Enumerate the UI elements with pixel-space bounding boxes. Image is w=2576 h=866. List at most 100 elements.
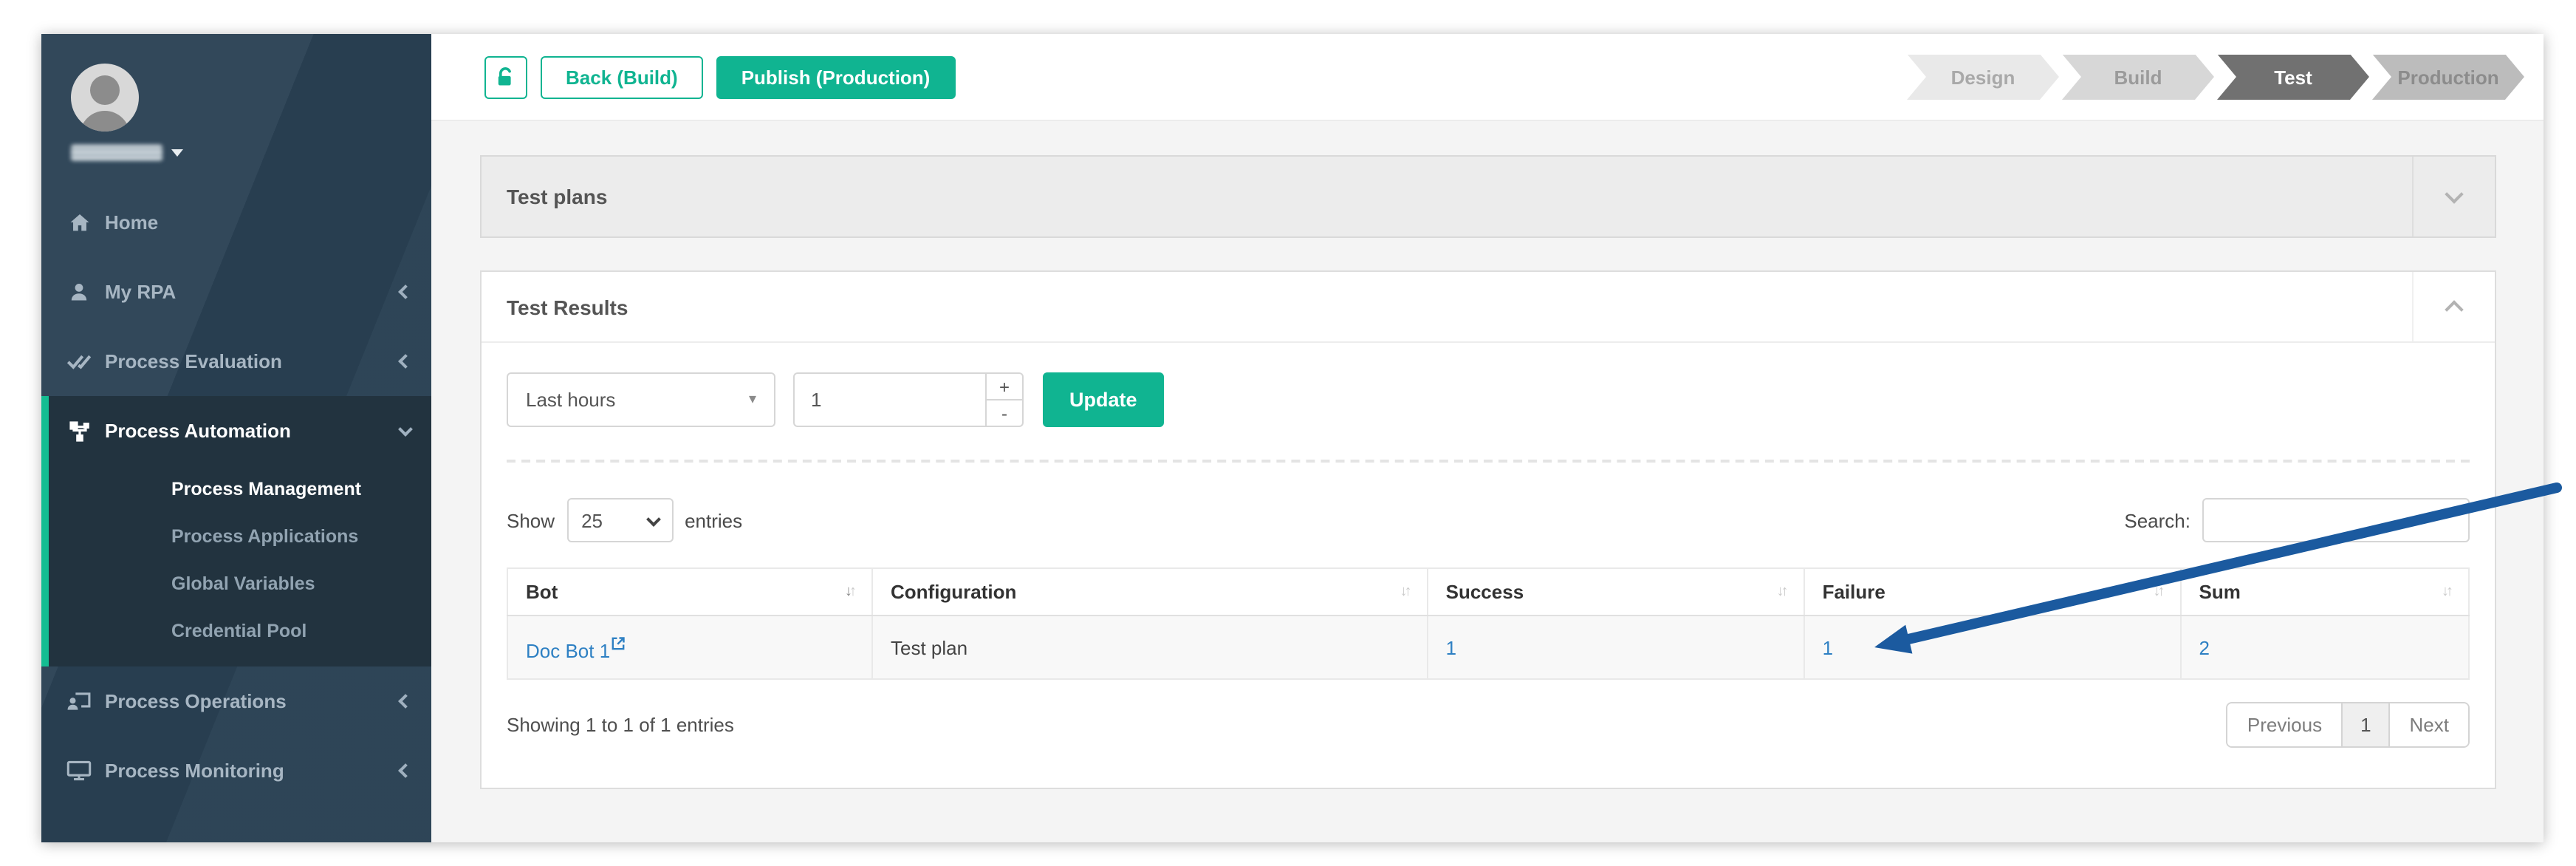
failure-cell: 1 bbox=[1804, 616, 2181, 679]
home-icon bbox=[66, 211, 92, 234]
panel-title: Test plans bbox=[482, 185, 607, 208]
sidebar-item-label: My RPA bbox=[105, 281, 176, 303]
chevron-left-icon bbox=[398, 694, 413, 709]
double-check-icon bbox=[66, 350, 92, 372]
sidebar-item-process-monitoring[interactable]: Process Monitoring bbox=[41, 736, 431, 805]
sidebar-item-process-applications[interactable]: Process Applications bbox=[41, 513, 431, 560]
test-results-header: Test Results bbox=[482, 272, 2495, 343]
breadcrumb-step-production[interactable]: Production bbox=[2372, 54, 2524, 100]
sidebar-item-label: Process Evaluation bbox=[105, 350, 282, 372]
table-footer: Showing 1 to 1 of 1 entries Previous 1 N… bbox=[507, 702, 2470, 748]
sidebar-item-my-rpa[interactable]: My RPA bbox=[41, 257, 431, 327]
app-window: Home My RPA Process Evaluation bbox=[41, 34, 2544, 842]
next-page-button[interactable]: Next bbox=[2391, 703, 2468, 746]
column-header-failure[interactable]: Failure↓↑ bbox=[1804, 568, 2181, 616]
panel-title: Test Results bbox=[482, 295, 628, 318]
hours-input[interactable] bbox=[793, 372, 985, 427]
chevron-up-icon bbox=[2445, 300, 2463, 318]
sitemap-icon bbox=[66, 419, 92, 443]
sidebar: Home My RPA Process Evaluation bbox=[41, 34, 431, 842]
page-length-select[interactable]: 25 bbox=[566, 498, 673, 542]
hours-input-group: + - bbox=[793, 372, 1024, 427]
user-menu[interactable] bbox=[71, 145, 431, 161]
column-header-success[interactable]: Success↓↑ bbox=[1428, 568, 1804, 616]
external-link-icon bbox=[612, 633, 625, 655]
sidebar-item-process-evaluation[interactable]: Process Evaluation bbox=[41, 327, 431, 396]
breadcrumb-step-design[interactable]: Design bbox=[1907, 54, 2059, 100]
bot-cell: Doc Bot 1 bbox=[507, 616, 872, 679]
sort-icon[interactable]: ↓↑ bbox=[2154, 584, 2162, 600]
table-row: Doc Bot 1 Test plan 1 1 2 bbox=[507, 616, 2469, 679]
chevron-left-icon bbox=[398, 354, 413, 369]
sidebar-item-credential-pool[interactable]: Credential Pool bbox=[41, 607, 431, 655]
user-icon bbox=[66, 280, 92, 304]
sidebar-item-label: Process Operations bbox=[105, 690, 287, 712]
column-header-bot[interactable]: Bot↓↑ bbox=[507, 568, 872, 616]
time-range-value: Last hours bbox=[526, 389, 615, 411]
sidebar-item-home[interactable]: Home bbox=[41, 188, 431, 257]
show-label: Show bbox=[507, 509, 555, 531]
table-controls-row: Show 25 entries Search: bbox=[507, 498, 2470, 542]
lock-open-icon bbox=[495, 66, 517, 88]
breadcrumb-step-test[interactable]: Test bbox=[2217, 54, 2369, 100]
time-range-select[interactable]: Last hours ▾ bbox=[507, 372, 775, 427]
chevron-down-icon bbox=[645, 511, 660, 526]
sidebar-item-label: Home bbox=[105, 211, 158, 233]
screenshot-canvas: Home My RPA Process Evaluation bbox=[0, 0, 2576, 866]
publish-production-button[interactable]: Publish (Production) bbox=[716, 55, 956, 98]
search-control: Search: bbox=[2124, 498, 2470, 542]
sort-icon[interactable]: ↓↑ bbox=[1777, 584, 1786, 600]
avatar[interactable] bbox=[71, 64, 139, 132]
success-count-link[interactable]: 1 bbox=[1446, 636, 1456, 658]
page-number[interactable]: 1 bbox=[2341, 703, 2390, 746]
failure-count-link[interactable]: 1 bbox=[1823, 636, 1833, 658]
success-cell: 1 bbox=[1428, 616, 1804, 679]
test-results-panel: Test Results Last hours ▾ bbox=[480, 270, 2496, 789]
bot-link[interactable]: Doc Bot 1 bbox=[526, 640, 625, 662]
back-build-button[interactable]: Back (Build) bbox=[541, 55, 703, 98]
sidebar-nav: Home My RPA Process Evaluation bbox=[41, 188, 431, 805]
sidebar-item-process-management[interactable]: Process Management bbox=[41, 466, 431, 513]
sort-icon[interactable]: ↓↑ bbox=[1400, 584, 1409, 600]
configuration-cell: Test plan bbox=[872, 616, 1428, 679]
sort-icon[interactable]: ↓↑ bbox=[2442, 584, 2450, 600]
page-length-value: 25 bbox=[581, 509, 603, 531]
sum-cell: 2 bbox=[2181, 616, 2470, 679]
screen-user-icon bbox=[66, 690, 92, 712]
username-redacted bbox=[71, 145, 162, 161]
dashed-divider bbox=[507, 460, 2470, 463]
sidebar-item-label: Process Automation bbox=[105, 420, 291, 442]
sidebar-item-process-operations[interactable]: Process Operations bbox=[41, 666, 431, 736]
caret-down-icon: ▾ bbox=[749, 392, 756, 408]
decrement-button[interactable]: - bbox=[985, 399, 1024, 427]
page-content: Test plans Test Results bbox=[431, 121, 2544, 789]
lock-button[interactable] bbox=[484, 55, 527, 98]
main-area: Back (Build) Publish (Production) Design… bbox=[431, 34, 2544, 842]
sidebar-group-process-automation: Process Automation Process Management Pr… bbox=[41, 396, 431, 666]
filter-controls: Last hours ▾ + - Update bbox=[507, 372, 2470, 427]
test-results-collapse-button[interactable] bbox=[2412, 272, 2495, 341]
pagination: Previous 1 Next bbox=[2227, 702, 2470, 748]
sidebar-item-global-variables[interactable]: Global Variables bbox=[41, 560, 431, 607]
user-profile bbox=[41, 34, 431, 188]
chevron-down-icon bbox=[2445, 185, 2463, 203]
chevron-left-icon bbox=[398, 763, 413, 778]
column-header-sum[interactable]: Sum↓↑ bbox=[2181, 568, 2470, 616]
entries-label: entries bbox=[685, 509, 742, 531]
test-results-table: Bot↓↑ Configuration↓↑ Success↓↑ Failure↓… bbox=[507, 567, 2470, 680]
breadcrumb-step-build[interactable]: Build bbox=[2062, 54, 2214, 100]
caret-down-icon bbox=[171, 149, 183, 157]
hours-stepper: + - bbox=[985, 372, 1024, 427]
search-label: Search: bbox=[2124, 509, 2190, 531]
sort-icon[interactable]: ↓↑ bbox=[845, 584, 854, 600]
search-input[interactable] bbox=[2202, 498, 2470, 542]
increment-button[interactable]: + bbox=[985, 372, 1024, 399]
monitor-icon bbox=[66, 760, 92, 782]
test-plans-panel: Test plans bbox=[480, 155, 2496, 238]
previous-page-button[interactable]: Previous bbox=[2228, 703, 2341, 746]
column-header-configuration[interactable]: Configuration↓↑ bbox=[872, 568, 1428, 616]
sidebar-item-process-automation[interactable]: Process Automation bbox=[41, 396, 431, 466]
update-button[interactable]: Update bbox=[1043, 372, 1164, 427]
sum-count-link[interactable]: 2 bbox=[2199, 636, 2210, 658]
test-plans-expand-button[interactable] bbox=[2412, 157, 2495, 236]
